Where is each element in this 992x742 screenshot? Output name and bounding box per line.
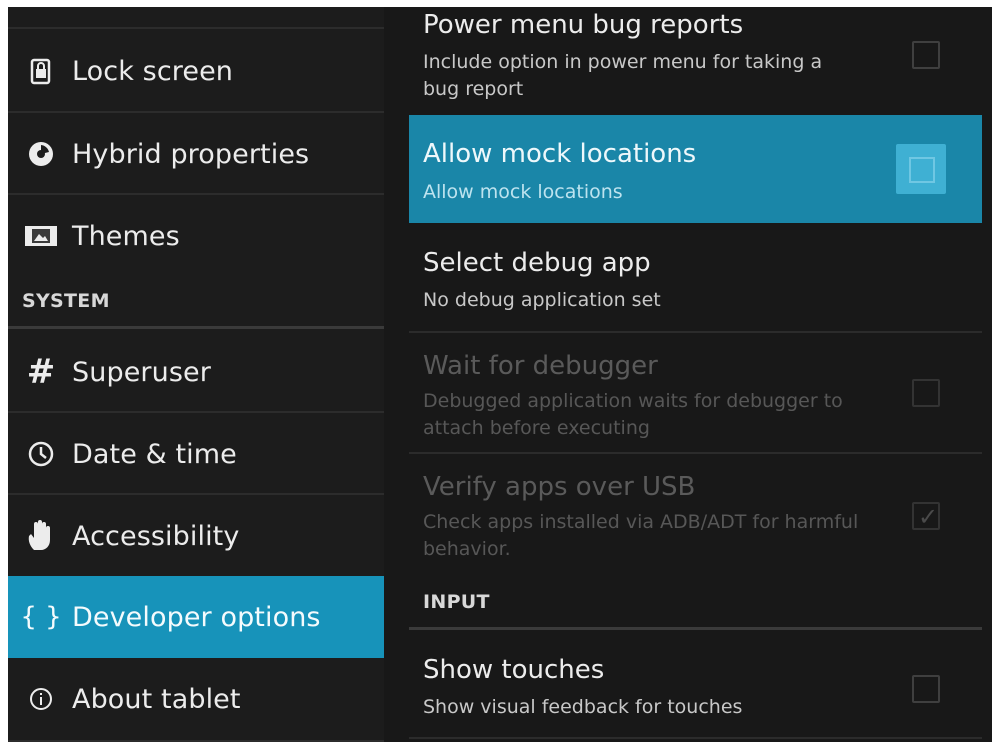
- pref-summary: Allow mock locations: [423, 181, 623, 203]
- divider: [409, 737, 982, 739]
- pref-select-debug-app[interactable]: Select debug app No debug application se…: [409, 225, 982, 331]
- checkbox[interactable]: [912, 41, 940, 69]
- sidebar-item-label: About tablet: [72, 683, 241, 715]
- pref-verify-apps-over-usb[interactable]: Verify apps over USB Check apps installe…: [409, 454, 982, 576]
- checkbox-checked[interactable]: ✓: [912, 502, 940, 530]
- section-divider: [409, 627, 982, 630]
- themes-icon: [10, 224, 72, 248]
- pref-summary: Show visual feedback for touches: [423, 696, 743, 718]
- pref-summary: Debugged application waits for debugger …: [423, 390, 843, 439]
- sidebar-item-date-time[interactable]: Date & time: [8, 413, 384, 495]
- sidebar-item-lock-screen[interactable]: Lock screen: [8, 30, 384, 112]
- sidebar-item-label: Developer options: [72, 601, 321, 633]
- sidebar-item-about-tablet[interactable]: About tablet: [8, 658, 384, 740]
- sidebar-item-label: Accessibility: [72, 520, 240, 552]
- lock-screen-icon: [10, 57, 72, 85]
- pref-wait-for-debugger[interactable]: Wait for debugger Debugged application w…: [409, 333, 982, 451]
- sidebar-item-superuser[interactable]: # Superuser: [8, 331, 384, 413]
- hash-icon: #: [26, 352, 56, 392]
- info-icon: [10, 687, 72, 711]
- sidebar-item-label: Themes: [72, 220, 180, 252]
- pref-allow-mock-locations[interactable]: Allow mock locations Allow mock location…: [409, 115, 982, 223]
- sidebar-item-label: Hybrid properties: [72, 138, 310, 170]
- pref-summary: Include option in power menu for taking …: [423, 51, 823, 100]
- sidebar-item-hybrid-properties[interactable]: Hybrid properties: [8, 113, 384, 195]
- pref-title: Power menu bug reports: [423, 10, 744, 40]
- sidebar-item-accessibility[interactable]: Accessibility: [8, 495, 384, 577]
- sidebar-item-themes[interactable]: Themes: [8, 195, 384, 277]
- checkbox[interactable]: [912, 379, 940, 407]
- hand-icon: [10, 520, 72, 552]
- divider: [8, 27, 384, 29]
- pref-title: Wait for debugger: [423, 351, 658, 381]
- checkbox[interactable]: [896, 144, 946, 194]
- braces-icon: { }: [20, 602, 62, 632]
- pref-title: Show touches: [423, 655, 605, 685]
- section-divider: [8, 326, 384, 329]
- settings-window: Lock screen Hybrid properties Themes SYS…: [8, 7, 992, 742]
- settings-sidebar: Lock screen Hybrid properties Themes SYS…: [8, 7, 384, 742]
- pref-title: Select debug app: [423, 248, 651, 278]
- pref-power-menu-bug-reports[interactable]: Power menu bug reports Include option in…: [409, 7, 982, 107]
- sidebar-item-label: Date & time: [72, 438, 237, 470]
- sidebar-item-label: Superuser: [72, 356, 211, 388]
- developer-options-list: Power menu bug reports Include option in…: [409, 7, 992, 742]
- clock-icon: [10, 441, 72, 467]
- sidebar-item-developer-options[interactable]: { } Developer options: [8, 576, 384, 658]
- sidebar-item-label: Lock screen: [72, 55, 234, 87]
- section-header-input: INPUT: [423, 591, 490, 613]
- pref-summary: Check apps installed via ADB/ADT for har…: [423, 511, 859, 560]
- hybrid-icon: [10, 140, 72, 168]
- pref-title: Verify apps over USB: [423, 472, 696, 502]
- pref-summary: No debug application set: [423, 289, 661, 311]
- section-header-system: SYSTEM: [22, 290, 110, 312]
- checkmark-icon: ✓: [918, 503, 939, 531]
- pref-title: Allow mock locations: [423, 139, 697, 169]
- pref-show-touches[interactable]: Show touches Show visual feedback for to…: [409, 631, 982, 735]
- checkbox[interactable]: [912, 675, 940, 703]
